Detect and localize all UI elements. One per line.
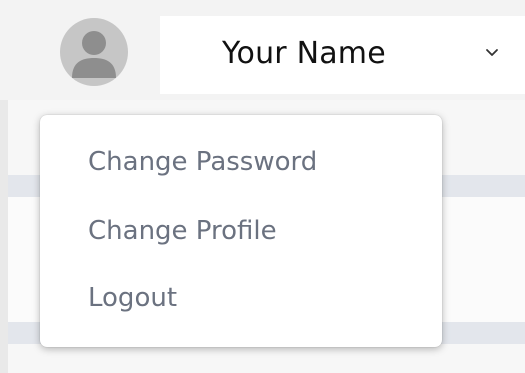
menu-item-change-password[interactable]: Change Password xyxy=(88,147,317,177)
user-dropdown-menu: Change Password Change Profile Logout xyxy=(40,115,442,347)
user-name[interactable]: Your Name xyxy=(222,36,386,71)
user-avatar-icon[interactable] xyxy=(60,18,128,86)
menu-item-change-profile[interactable]: Change Profile xyxy=(88,216,277,246)
chevron-down-icon[interactable] xyxy=(484,44,500,60)
menu-item-logout[interactable]: Logout xyxy=(88,283,177,313)
page: Your Name Change Password Change Profile… xyxy=(0,0,525,373)
